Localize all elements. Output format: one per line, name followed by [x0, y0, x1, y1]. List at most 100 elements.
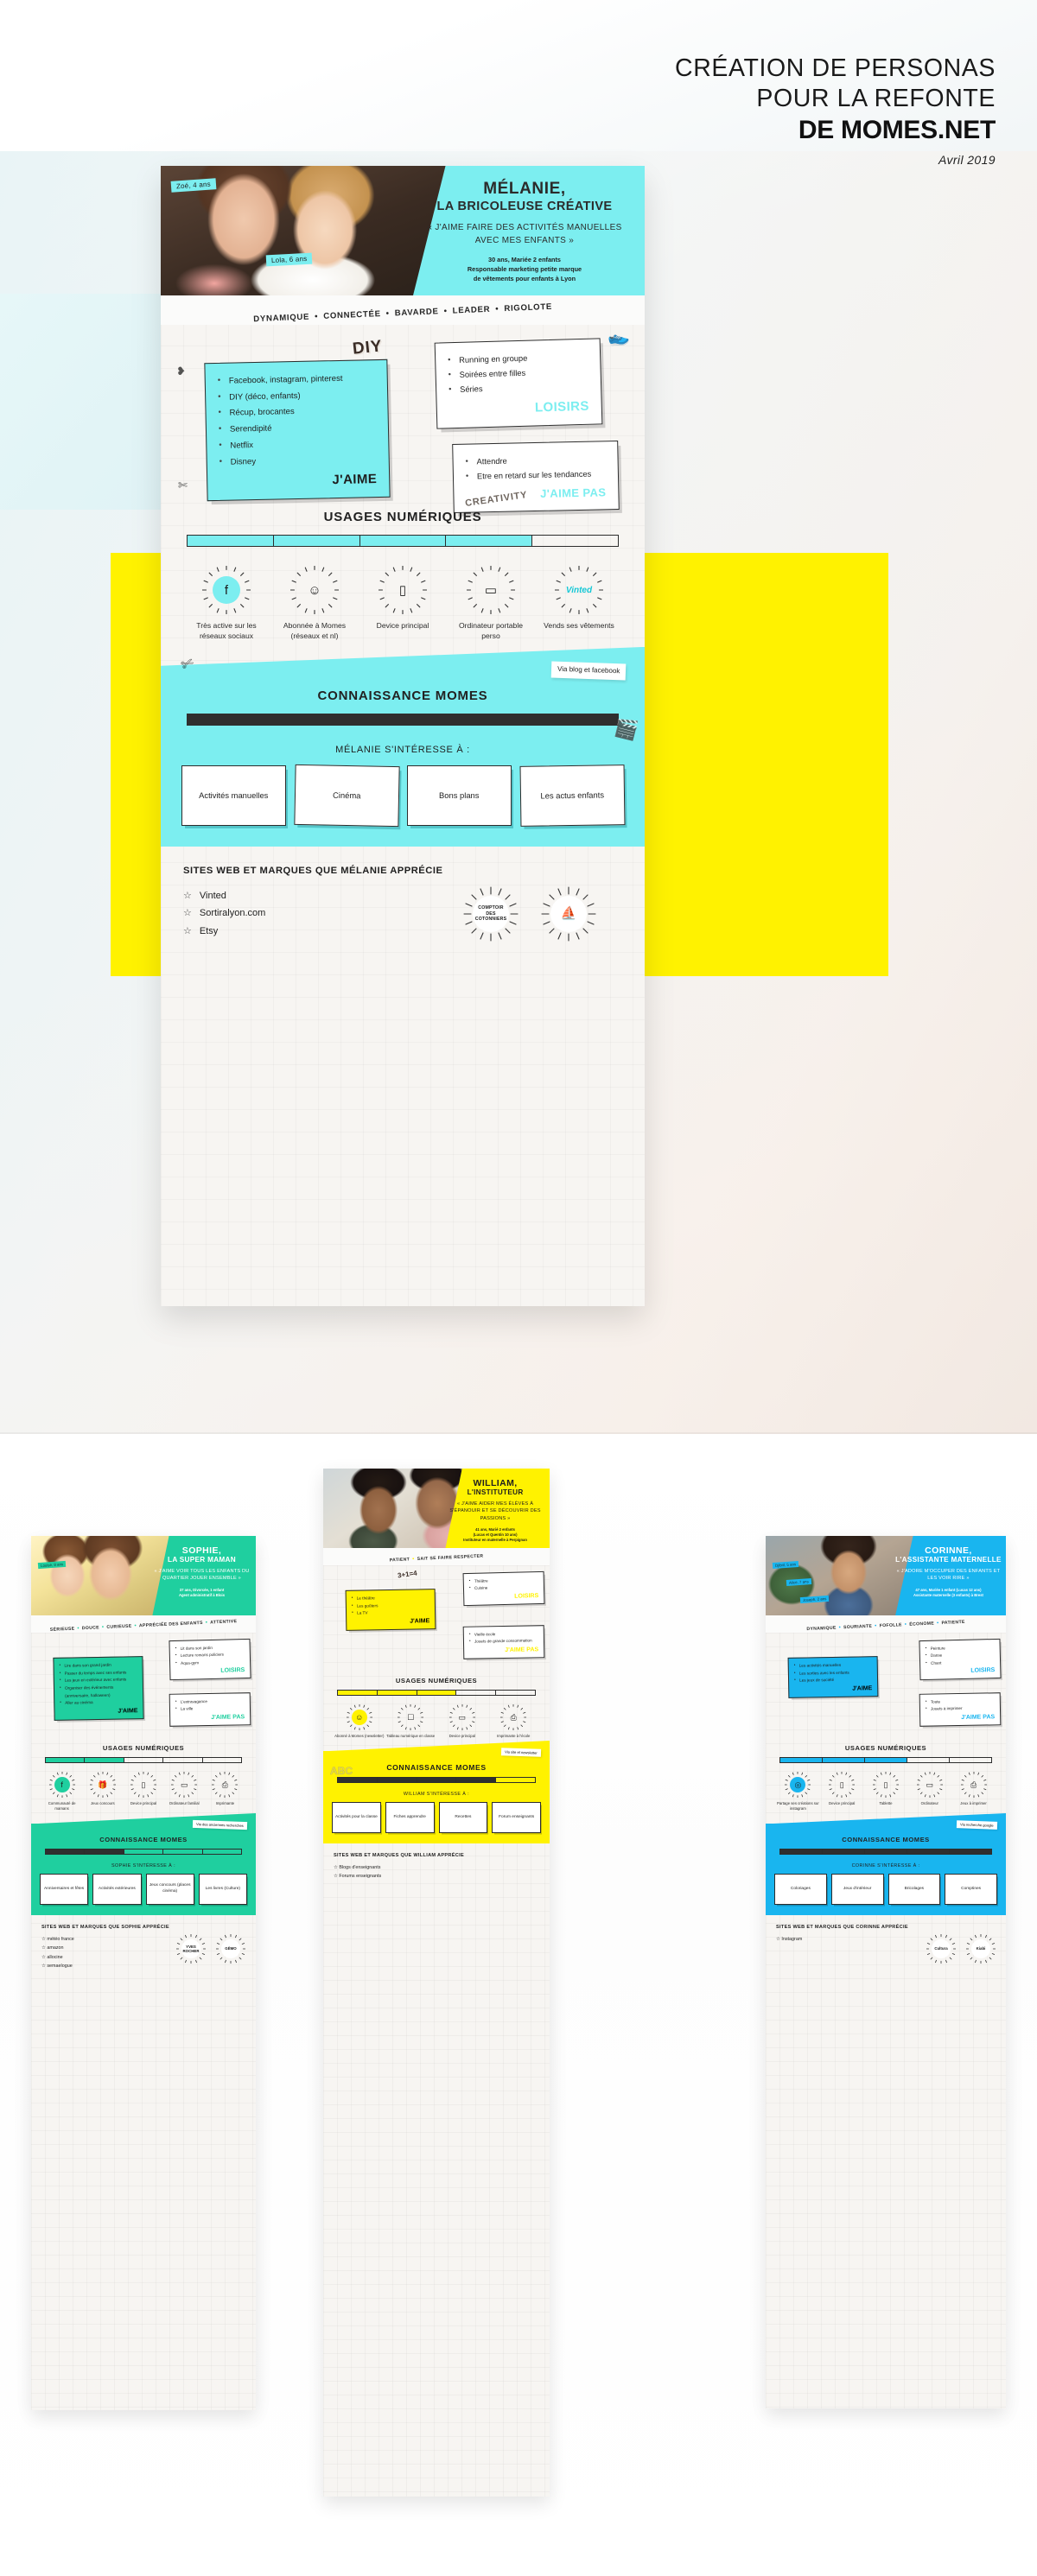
interest-card[interactable]: Recettes [438, 1802, 488, 1834]
brand-label: YVES ROCHER [181, 1939, 200, 1959]
persona-name: SOPHIE, [181, 1545, 222, 1556]
trait-item: DYNAMIQUE [806, 1625, 837, 1633]
meter-segment [377, 1778, 417, 1783]
persona-hero: Djibril, 5 ans Alice, 7 ans Joseph, 2 ans … [766, 1536, 1006, 1615]
like-item: Disney [219, 452, 377, 472]
subscriber-icon: ☺ [308, 582, 321, 598]
trait-separator: • [134, 1623, 137, 1629]
loisirs-card: Lit dans son jardinLecture romans polici… [169, 1638, 251, 1681]
trait-item: SÉRIEUSE [49, 1626, 75, 1633]
loisirs-card: ThéâtreCuisine LOISIRS [462, 1570, 545, 1607]
persona-identity: WILLIAM, L'INSTITUTEUR « J'AIME AIDER ME… [444, 1478, 546, 1543]
gift-icon: 🎁 [98, 1780, 108, 1789]
connaissance-note: Via blog et facebook [550, 661, 627, 681]
laptop-icon: ▭ [484, 583, 498, 598]
interest-card[interactable]: Bons plans [407, 765, 512, 826]
persona-hero: Louise, 8 ans SOPHIE, LA SUPER MAMAN « J… [31, 1536, 256, 1615]
like-item: La TV [352, 1609, 429, 1618]
persona-meta: 30 ans, Mariée 2 enfants Responsable mar… [417, 256, 633, 283]
meter-segment [496, 1691, 535, 1695]
interest-card[interactable]: Cinéma [293, 764, 399, 828]
persona-identity: SOPHIE, LA SUPER MAMAN « J'AIME VOIR TOU… [151, 1545, 252, 1598]
usage-label: Communauté de mamans [48, 1801, 76, 1811]
smartphone-icon: ▯ [141, 1780, 146, 1789]
connaissance-note: Via des anciennes recherches [193, 1819, 248, 1830]
persona-quote: « J'AIME VOIR TOUS LES ENFANTS DU QUARTI… [154, 1569, 250, 1582]
persona-subtitle: LA BRICOLEUSE CRÉATIVE [436, 200, 613, 213]
usage-label: Device principal [376, 621, 429, 630]
interest-card[interactable]: Jeux concours (places cinéma) [145, 1874, 194, 1906]
site-row[interactable]: ☆ Blogs d'enseignants [334, 1863, 539, 1872]
clapperboard-icon: 🎬 [612, 714, 640, 742]
usages-title: USAGES NUMÉRIQUES [395, 1677, 478, 1685]
site-row[interactable]: ☆ Vinted [183, 887, 463, 905]
interest-card[interactable]: Activités pour la classe [332, 1802, 381, 1834]
persona-subtitle: LA SUPER MAMAN [168, 1556, 236, 1564]
likes-zone: 3+1=4 Le théâtreLes goûtersLa TV J'AIME … [323, 1565, 550, 1667]
trait-separator: • [936, 1621, 939, 1627]
connaissance-meter [187, 713, 619, 726]
site-row[interactable]: ☆ Etsy [183, 923, 463, 941]
title-line-2: POUR LA REFONTE [756, 84, 996, 112]
usages-icons: ☺ Abonné à Momes (newsletter) ☐ Tableau … [332, 1704, 541, 1739]
brand-label: GĒMO [221, 1939, 240, 1959]
interest-card[interactable]: Coloriages [774, 1874, 827, 1906]
interest-card[interactable]: Activités manuelles [181, 765, 286, 826]
sites-zone: SITES WEB ET MARQUES QUE MÉLANIE APPRÉCI… [161, 847, 645, 964]
persona-sheet-sophie: Louise, 8 ans SOPHIE, LA SUPER MAMAN « J… [31, 1536, 256, 2410]
trait-separator: • [838, 1625, 842, 1631]
interest-card[interactable]: Forum enseignants [492, 1802, 541, 1834]
interest-card[interactable]: Anniversaires et fêtes [40, 1874, 89, 1906]
brand-burst: YVES ROCHER [175, 1933, 207, 1964]
social-networks-icon: f [213, 576, 240, 604]
connaissance-zone: ✄ Via blog et facebook 🎬 CONNAISSANCE MO… [161, 654, 645, 847]
meter-segment [273, 714, 360, 725]
likes-card: Facebook, instagram, pinterestDIY (déco,… [204, 358, 391, 502]
usages-zone: USAGES NUMÉRIQUES f Communauté de mamans… [31, 1735, 256, 1818]
star-icon: ☆ [41, 1963, 46, 1969]
site-name: Vinted [199, 890, 226, 901]
interest-card[interactable]: Les actus enfants [519, 765, 625, 827]
interest-card[interactable]: Fiches apprendre [385, 1802, 435, 1834]
like-item: Aller au cinéma [60, 1699, 137, 1708]
persona-subtitle: L'INSTITUTEUR [467, 1488, 524, 1496]
trait-item: CURIEUSE [106, 1623, 132, 1630]
meter-segment [907, 1850, 950, 1855]
likes-card: Le théâtreLes goûtersLa TV J'AIME [345, 1589, 436, 1631]
interest-card[interactable]: Jeux d'intérieur [830, 1874, 884, 1906]
star-icon: ☆ [41, 1937, 46, 1943]
connaissance-meter [779, 1849, 992, 1856]
interest-cards: Anniversaires et fêtes Activités extérieu… [40, 1874, 247, 1906]
vinted-icon: Vinted [565, 585, 593, 595]
loisirs-card: PeintureDanseChant LOISIRS [919, 1638, 1002, 1681]
interest-card[interactable]: Activités extérieures [92, 1874, 142, 1906]
trait-separator: • [875, 1623, 877, 1629]
trait-separator: • [443, 306, 448, 316]
likes-label: J'AIME [410, 1618, 430, 1625]
likes-zone: Lire dans son grand jardinPasser du temp… [31, 1633, 256, 1735]
connaissance-subtitle: SOPHIE S'INTÉRESSE À : [111, 1863, 175, 1869]
meter-segment [203, 1758, 241, 1762]
interest-card[interactable]: Les livres (Culture) [198, 1874, 247, 1906]
usage-item: 🎁 Jeux concours [82, 1771, 123, 1811]
trait-item: BAVARDE [394, 306, 439, 318]
usage-item: f Très active sur les réseaux sociaux [185, 566, 268, 642]
meter-segment [338, 1691, 378, 1695]
meter-segment [446, 714, 533, 725]
usage-item: ☺ Abonnée à Momes (réseaux et nl) [273, 566, 356, 642]
usage-item: ⎙ Imprimante à l'école [488, 1704, 540, 1739]
loisir-item: Aqua-gym [175, 1659, 245, 1667]
desktop-icon: ▭ [926, 1780, 934, 1789]
usage-item: ⎙ Imprimante [205, 1771, 245, 1811]
usages-zone: USAGES NUMÉRIQUES f Très active sur les … [161, 498, 645, 661]
site-row[interactable]: ☆ Sortiralyon.com [183, 904, 463, 923]
meter-segment [865, 1850, 907, 1855]
brand-burst: Cultura [926, 1933, 957, 1964]
trait-separator: • [495, 303, 499, 314]
site-row[interactable]: ☆ Forums enseignants [334, 1872, 539, 1881]
interest-card[interactable]: Bricolages [887, 1874, 941, 1906]
print-icon: ⎙ [970, 1780, 977, 1789]
interest-card[interactable]: Comptines [945, 1874, 997, 1906]
sunburst-icon: ▭ [170, 1771, 198, 1799]
usages-meter [187, 535, 619, 547]
